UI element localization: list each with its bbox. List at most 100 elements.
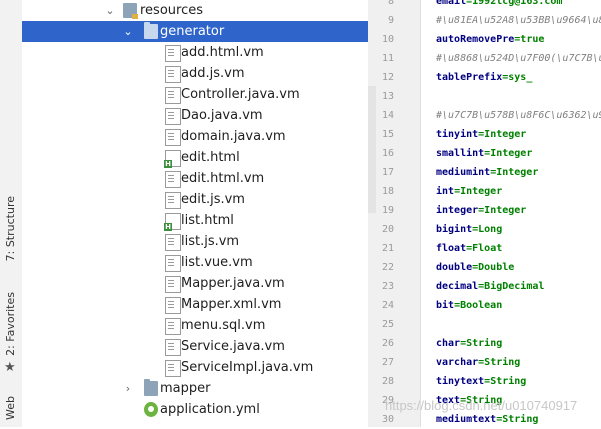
tree-file-item[interactable]: list.js.vm	[22, 231, 368, 252]
tree-file-item[interactable]: Hedit.html	[22, 147, 368, 168]
star-icon: ★	[4, 360, 16, 375]
line-number: 10	[381, 34, 394, 45]
line-number: 17	[381, 167, 394, 178]
chevron-down-icon[interactable]: ⌄	[122, 21, 134, 42]
tree-file-item[interactable]: Mapper.xml.vm	[22, 294, 368, 315]
line-number: 25	[381, 319, 394, 330]
property-key: float	[436, 243, 467, 254]
property-value: =Integer	[478, 205, 527, 216]
line-number: 24	[381, 300, 394, 311]
web-tool-tab[interactable]: Web	[2, 396, 20, 420]
tree-item-label: Service.java.vm	[181, 339, 285, 354]
property-value: =Integer	[490, 167, 539, 178]
code-line: decimal=BigDecimal	[436, 277, 544, 296]
tree-file-item[interactable]: Dao.java.vm	[22, 105, 368, 126]
tree-file-item[interactable]: Mapper.java.vm	[22, 273, 368, 294]
editor-content[interactable]: email=1992lcg@163.com #\u81EA\u52A8\u53BB…	[421, 0, 601, 427]
code-line: bit=Boolean	[436, 296, 502, 315]
line-number: 8	[387, 0, 394, 7]
tree-folder-item[interactable]: › mapper	[22, 378, 368, 399]
code-line: bigint=Long	[436, 220, 502, 239]
line-number: 28	[381, 376, 394, 387]
property-value: =BigDecimal	[478, 281, 545, 292]
tree-file-item[interactable]: Controller.java.vm	[22, 84, 368, 105]
code-line: email=1992lcg@163.com	[436, 0, 562, 11]
tree-file-item[interactable]: domain.java.vm	[22, 126, 368, 147]
tree-item-label: Mapper.xml.vm	[181, 297, 282, 312]
tree-file-item[interactable]: edit.js.vm	[22, 189, 368, 210]
line-number: 15	[381, 129, 394, 140]
line-number: 11	[381, 53, 394, 64]
template-file-icon	[165, 66, 181, 83]
property-key: mediumint	[436, 167, 491, 178]
project-tree[interactable]: ⌄ resources ⌄ generator add.html.vm add.js.vm…	[22, 0, 368, 427]
property-value: =true	[514, 34, 545, 45]
tree-folder-item[interactable]: ⌄ resources	[22, 0, 368, 21]
tree-file-item[interactable]: Hlist.html	[22, 210, 368, 231]
tree-item-label: menu.sql.vm	[181, 318, 266, 333]
tree-item-label: list.html	[181, 213, 234, 228]
chevron-right-icon[interactable]: ›	[122, 378, 134, 399]
code-line: tinytext=String	[436, 372, 526, 391]
structure-tool-tab[interactable]: 7: Structure	[2, 196, 20, 261]
code-line: integer=Integer	[436, 201, 526, 220]
property-value: =Float	[466, 243, 503, 254]
code-line: smallint=Integer	[436, 144, 532, 163]
property-value: =String	[496, 414, 539, 425]
tree-file-item[interactable]: add.html.vm	[22, 42, 368, 63]
property-value: =String	[460, 338, 503, 349]
tree-folder-item[interactable]	[22, 420, 368, 427]
property-key: integer	[436, 205, 479, 216]
code-line: char=String	[436, 334, 502, 353]
web-label: Web	[4, 396, 17, 420]
tool-window-strip: 7: Structure 2: Favorites ★ Web	[0, 0, 23, 427]
tree-item-label: edit.html.vm	[181, 171, 265, 186]
tree-item-label: Dao.java.vm	[181, 108, 263, 123]
tree-file-item[interactable]: edit.html.vm	[22, 168, 368, 189]
tree-file-item[interactable]: add.js.vm	[22, 63, 368, 84]
property-value: =1992lcg@163.com	[466, 0, 563, 7]
code-comment: #\u7C7B\u578B\u8F6C\u6362\u914D	[436, 110, 601, 121]
favorites-tool-tab[interactable]: 2: Favorites	[2, 292, 20, 356]
tree-file-item[interactable]: list.vue.vm	[22, 252, 368, 273]
line-number: 13	[381, 91, 394, 102]
property-key: autoRemovePre	[436, 34, 515, 45]
watermark: https://blog.csdn.net/u010740917	[385, 398, 578, 413]
template-file-icon	[165, 108, 181, 125]
code-line: autoRemovePre=true	[436, 30, 544, 49]
property-value: =String	[478, 357, 521, 368]
tree-item-label: add.js.vm	[181, 66, 245, 81]
chevron-down-icon[interactable]: ⌄	[104, 0, 116, 21]
property-key: mediumtext	[436, 414, 497, 425]
tree-file-item[interactable]: application.yml	[22, 399, 368, 420]
template-file-icon	[165, 297, 181, 314]
yaml-file-icon	[144, 402, 158, 417]
tree-file-item[interactable]: Service.java.vm	[22, 336, 368, 357]
property-value: =Integer	[478, 129, 527, 140]
html-file-icon: H	[164, 150, 181, 168]
property-value: =String	[484, 376, 527, 387]
template-file-icon	[165, 234, 181, 251]
tree-item-label: domain.java.vm	[181, 129, 286, 144]
property-key: decimal	[436, 281, 479, 292]
tree-folder-item[interactable]: ⌄ generator	[22, 21, 368, 42]
code-line: double=Double	[436, 258, 514, 277]
tree-file-item[interactable]: ServiceImpl.java.vm	[22, 357, 368, 378]
line-number: 21	[381, 243, 394, 254]
template-file-icon	[165, 255, 181, 272]
line-number: 27	[381, 357, 394, 368]
property-key: double	[436, 262, 473, 273]
gutter-fold-region	[368, 86, 376, 213]
template-file-icon	[165, 318, 181, 335]
property-value: =Double	[472, 262, 515, 273]
property-value: =Long	[472, 224, 503, 235]
tree-item-label: list.js.vm	[181, 234, 240, 249]
property-value: =Integer	[484, 148, 533, 159]
tree-file-item[interactable]: menu.sql.vm	[22, 315, 368, 336]
folder-icon	[144, 22, 158, 39]
code-line: #\u8868\u524D\u7F00(\u7C7B\u540D	[436, 49, 601, 68]
tree-item-label: list.vue.vm	[181, 255, 253, 270]
tree-item-label: add.html.vm	[181, 45, 264, 60]
editor-gutter: 8 9 10 11 12 13 14 15 16 17 18 19 20 21 22 23 24 25 26 27 28…	[368, 0, 421, 427]
property-value: =sys_	[502, 72, 533, 83]
